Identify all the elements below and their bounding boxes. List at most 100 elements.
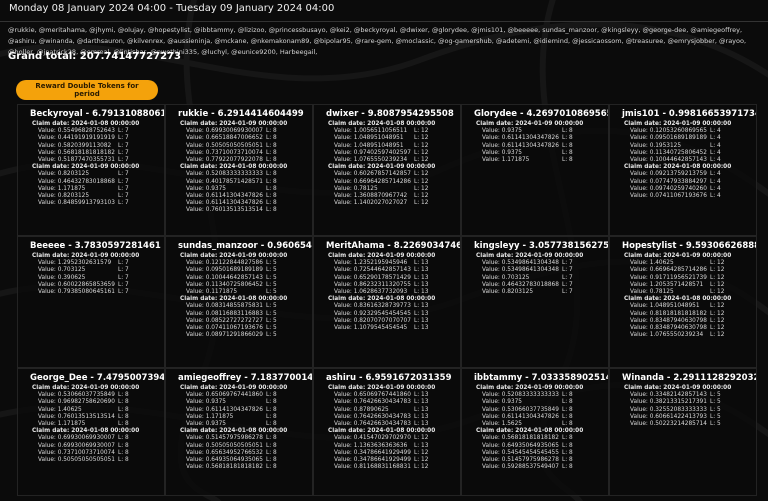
level-text: L: 8 xyxy=(562,457,573,464)
level-text: L: 12 xyxy=(414,193,429,200)
level-text: L: 13 xyxy=(414,317,429,324)
value-text: Value: 0.9375 xyxy=(186,421,226,428)
value-text: Value: 0.92329545454545 xyxy=(334,310,411,317)
level-text: L: 5 xyxy=(266,274,277,281)
claim-date: Claim date: 2024-01-08 00:00:00 xyxy=(624,164,732,171)
level-text: L: 12 xyxy=(710,310,725,317)
level-text: L: 8 xyxy=(562,142,573,149)
level-text: L: 8 xyxy=(562,157,573,164)
value-text: Value: 0.87890625 xyxy=(334,406,389,413)
level-text: L: 8 xyxy=(562,399,573,406)
value-text: Value: 0.11340725806452 xyxy=(186,281,263,288)
value-row: Value: 0.1953125 L: 4 xyxy=(614,143,752,150)
level-text: L: 8 xyxy=(266,135,277,142)
value-row: Value: 0.10044642857143 L: 4 xyxy=(614,157,752,164)
value-text: Value: 0.56818181818182 xyxy=(38,149,115,156)
value-text: Value: 0.5820399113082 xyxy=(38,142,112,149)
value-text: Value: 0.61141304347826 xyxy=(482,135,559,142)
value-row: Value: 0.390625 L: 7 xyxy=(22,275,160,282)
value-text: Value: 1.171875 xyxy=(186,413,234,420)
claim-date: Claim date: 2024-01-08 00:00:00 xyxy=(328,121,436,127)
level-text: L: 12 xyxy=(414,185,429,192)
claim-date: Claim date: 2024-01-08 00:00:00 xyxy=(476,428,584,435)
user-card-title: Glorydee - 4.2697010869565 xyxy=(474,109,609,119)
level-text: L: 13 xyxy=(414,406,429,413)
value-text: Value: 1.2952302631579 xyxy=(38,260,112,267)
value-row: Value: 0.53066037735849 L: 8 xyxy=(466,407,604,414)
value-row: Value: 0.09740259740260 L: 4 xyxy=(614,186,752,193)
value-text: Value: 0.40178571428571 xyxy=(186,178,263,185)
level-text: L: 12 xyxy=(414,178,429,185)
value-text: Value: 0.53066037735849 xyxy=(38,392,115,399)
level-text: L: 8 xyxy=(562,413,573,420)
level-text: L: 8 xyxy=(266,128,277,135)
level-text: L: 12 xyxy=(414,457,429,464)
user-card-title: Beeeee - 3.7830597281461 xyxy=(30,241,161,251)
user-card: jmis101 - 0.99816653971734 Claim date: 20… xyxy=(609,104,757,236)
level-text: L: 8 xyxy=(118,399,129,406)
level-text: L: 7 xyxy=(118,128,129,135)
value-text: Value: 0.703125 xyxy=(482,274,530,281)
value-text: Value: 0.44191919191919 xyxy=(38,135,115,142)
level-text: L: 13 xyxy=(414,303,429,310)
value-text: Value: 0.46432783018868 xyxy=(38,178,115,185)
level-text: L: 5 xyxy=(710,392,721,399)
claim-date: Claim date: 2024-01-09 00:00:00 xyxy=(624,121,732,127)
value-text: Value: 1.40625 xyxy=(38,406,82,413)
value-text: Value: 0.09501689189189 xyxy=(186,267,263,274)
value-row: Value: 0.83487940630798 L: 12 xyxy=(614,318,752,325)
level-text: L: 8 xyxy=(118,435,129,442)
claim-date: Claim date: 2024-01-08 00:00:00 xyxy=(328,428,436,435)
value-row: Value: 0.84859913793103 L: 7 xyxy=(22,200,160,207)
value-row: Value: 0.5820399113082 L: 7 xyxy=(22,143,160,150)
value-row: Value: 1.171875 L: 7 xyxy=(22,186,160,193)
value-row: Value: 0.66518847006652 L: 8 xyxy=(170,135,308,142)
value-text: Value: 0.73710073710074 xyxy=(38,449,115,456)
value-text: Value: 0.96982758620690 xyxy=(38,399,115,406)
value-text: Value: 0.78125 xyxy=(630,289,674,296)
value-row: Value: 1.0056511056511 L: 12 xyxy=(318,128,456,135)
claim-date: Claim date: 2024-01-09 00:00:00 xyxy=(624,385,732,391)
value-row: Value: 1.1363636363636 L: 13 xyxy=(318,443,456,450)
value-row: Value: 0.9375 L: 8 xyxy=(466,150,604,157)
level-text: L: 8 xyxy=(266,464,277,471)
level-text: L: 7 xyxy=(118,157,129,164)
value-text: Value: 0.50223214285714 xyxy=(630,421,707,428)
level-text: L: 8 xyxy=(562,392,573,399)
claim-date: Claim date: 2024-01-08 00:00:00 xyxy=(180,428,288,435)
value-row: Value: 0.61141304347826 L: 8 xyxy=(170,193,308,200)
value-row: Value: 0.78125 L: 12 xyxy=(318,186,456,193)
claim-date: Claim date: 2024-01-09 00:00:00 xyxy=(624,253,732,259)
user-card-title: Hopestylist - 9.5930662688895 xyxy=(622,241,757,251)
value-row: Value: 1.171875 L: 8 xyxy=(22,421,160,428)
value-row: Value: 0.56818181818182 L: 8 xyxy=(466,435,604,442)
value-text: Value: 0.9375 xyxy=(482,128,522,135)
level-text: L: 8 xyxy=(562,128,573,135)
level-text: L: 8 xyxy=(562,449,573,456)
level-text: L: 12 xyxy=(414,171,429,178)
value-row: Value: 0.81818181818182 L: 12 xyxy=(614,311,752,318)
user-card-title: kingsleyy - 3.0577381562756 xyxy=(474,241,609,251)
value-text: Value: 0.38213315217391 xyxy=(630,399,707,406)
value-text: Value: 0.66964285714286 xyxy=(630,267,707,274)
value-row: Value: 0.703125 L: 7 xyxy=(466,275,604,282)
value-row: Value: 0.73710073710074 L: 8 xyxy=(170,150,308,157)
level-text: L: 13 xyxy=(414,421,429,428)
user-card-title: amiegeoffrey - 7.1837700148246 xyxy=(178,373,313,383)
value-row: Value: 0.64935064935065 L: 8 xyxy=(466,443,604,450)
value-row: Value: 0.9375 L: 8 xyxy=(466,399,604,406)
value-text: Value: 0.76426630434783 xyxy=(334,413,411,420)
level-text: L: 12 xyxy=(414,142,429,149)
level-text: L: 8 xyxy=(562,406,573,413)
value-text: Value: 0.09740259740260 xyxy=(630,185,707,192)
reward-double-tokens-button[interactable]: Reward Double Tokens for period xyxy=(16,80,158,100)
value-row: Value: 0.86232311320755 L: 13 xyxy=(318,282,456,289)
value-row: Value: 0.8203125 L: 7 xyxy=(22,171,160,178)
value-row: Value: 0.51457975986278 L: 8 xyxy=(466,457,604,464)
level-text: L: 12 xyxy=(710,260,725,267)
value-text: Value: 0.51877470355731 xyxy=(38,157,115,164)
value-row: Value: 0.82070707070707 L: 13 xyxy=(318,318,456,325)
value-text: Value: 1.1363636363636 xyxy=(334,442,408,449)
level-text: L: 7 xyxy=(118,142,129,149)
level-text: L: 8 xyxy=(266,399,277,406)
